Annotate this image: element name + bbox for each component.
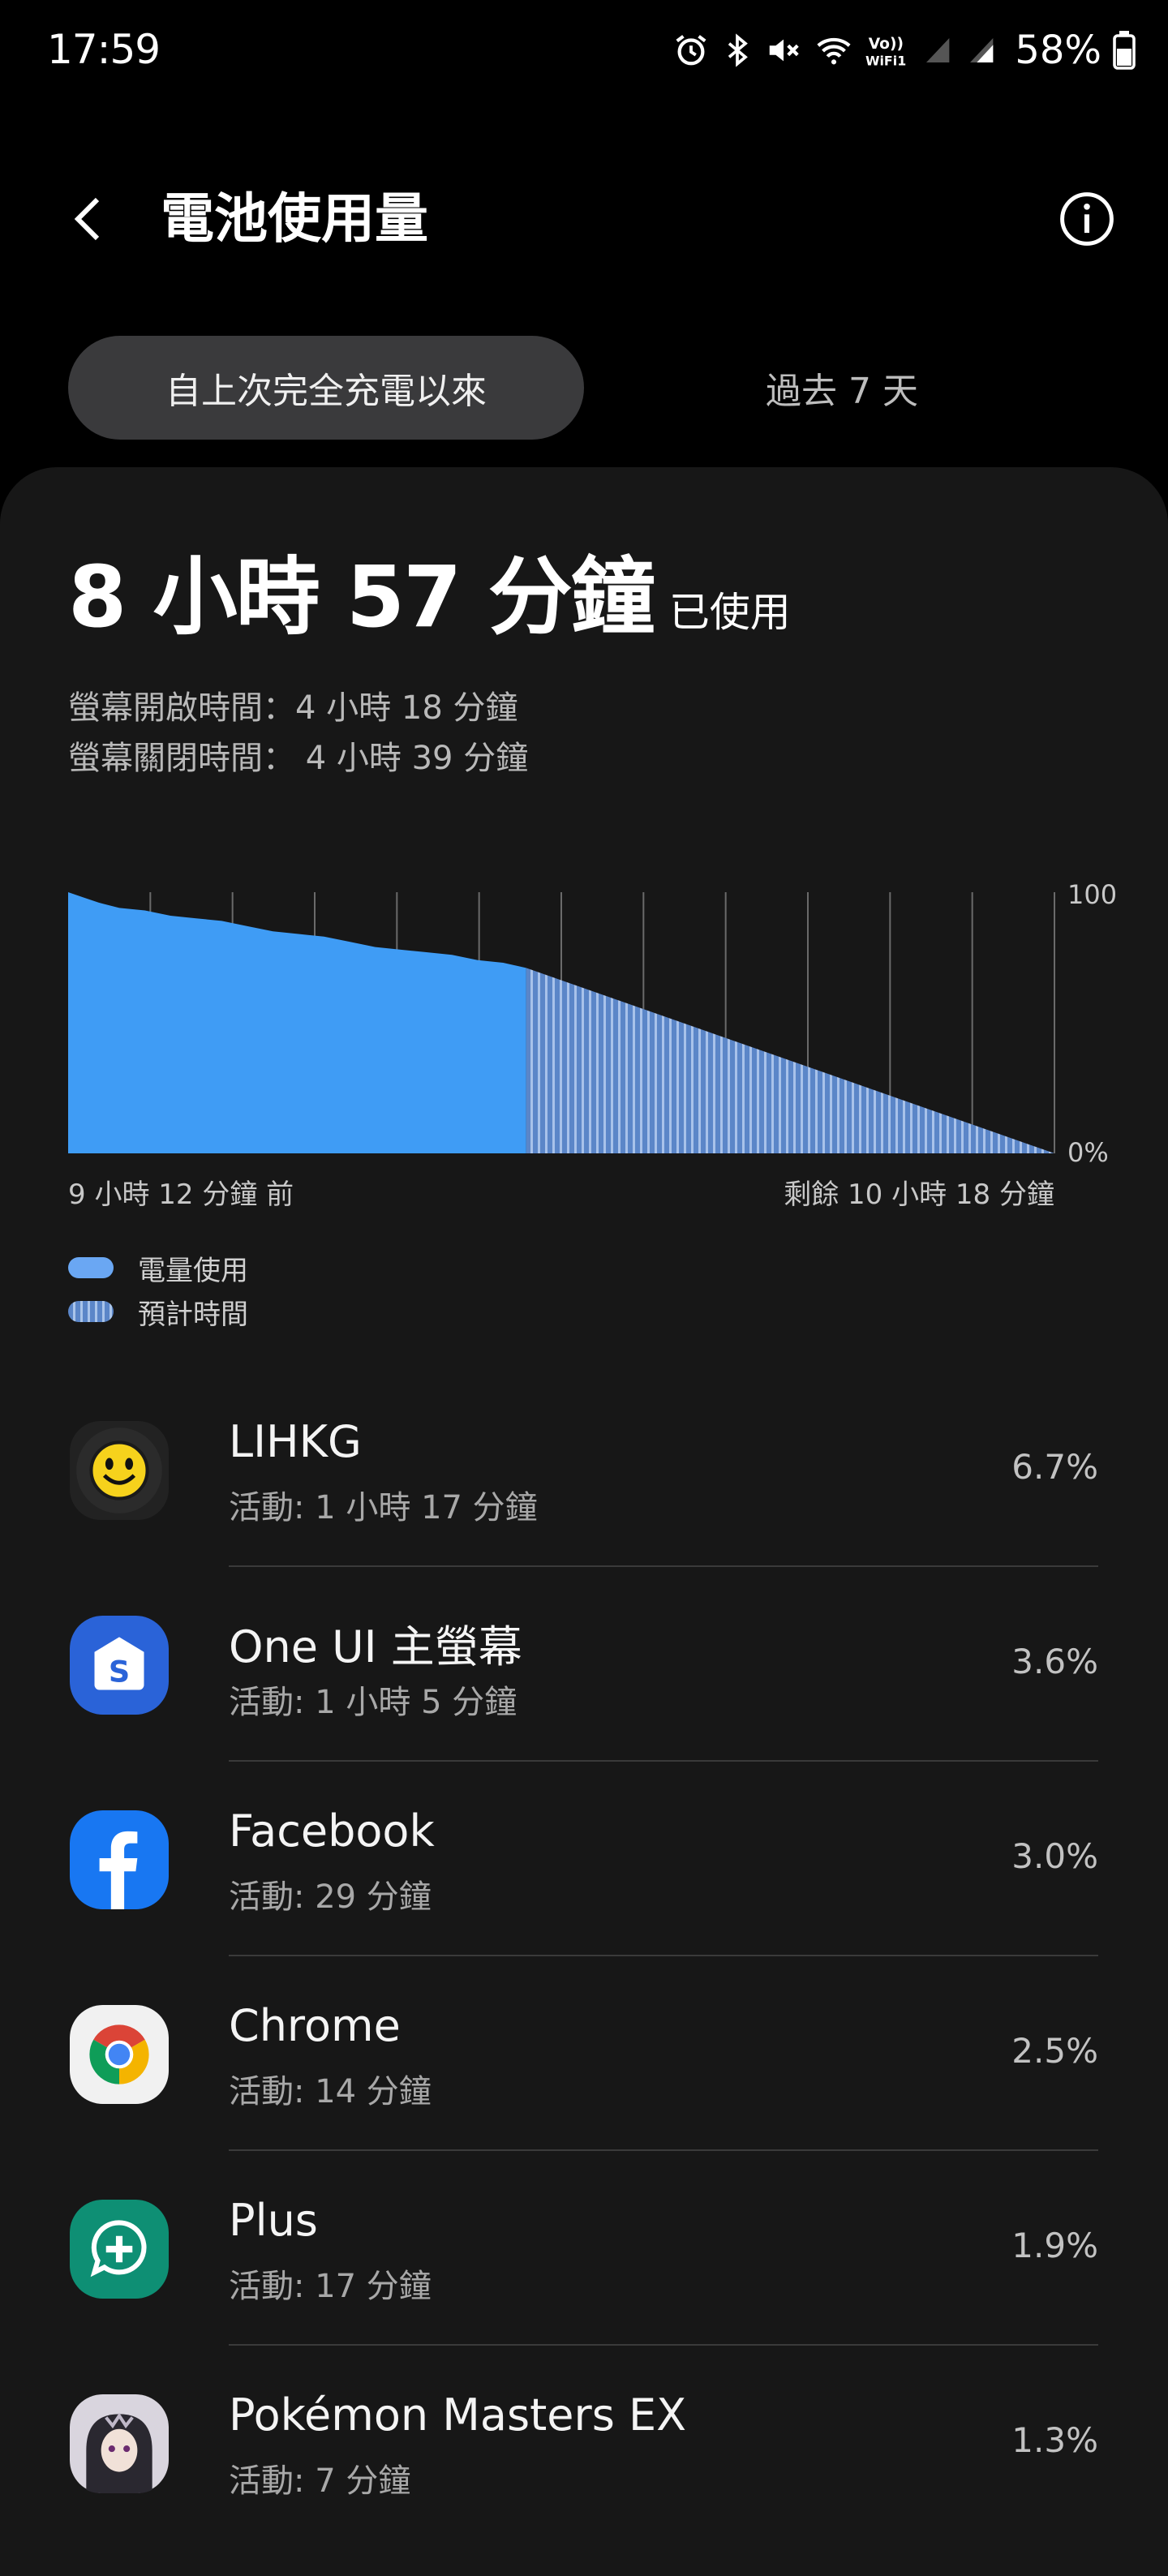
app-activity: 活動: 17 分鐘 xyxy=(229,2268,432,2305)
legend-usage-swatch xyxy=(68,1257,114,1278)
wifi-icon xyxy=(817,37,851,65)
mute-icon xyxy=(770,39,800,62)
app-activity: 活動: 14 分鐘 xyxy=(229,2073,432,2110)
alarm-icon xyxy=(676,35,706,66)
legend-usage: 電量使用 xyxy=(68,1246,248,1290)
lihkg-smiley-icon xyxy=(70,1421,169,1520)
app-percent: 3.6% xyxy=(1011,1642,1098,1681)
chrome-icon xyxy=(70,2005,169,2104)
back-arrow-icon xyxy=(74,197,100,241)
total-usage-duration: 8 小時 57 分鐘 xyxy=(68,547,655,646)
chart-y-tick-max: 100 xyxy=(1067,879,1117,910)
app-percent: 3.0% xyxy=(1011,1836,1098,1876)
legend-estimate-label: 預計時間 xyxy=(138,1298,248,1331)
plus-messenger-icon xyxy=(70,2200,169,2299)
app-row-pokemon-masters[interactable]: Pokémon Masters EX 活動: 7 分鐘 1.3% xyxy=(0,2346,1168,2540)
status-bar: 17:59 Vo)) WiFi1 58% xyxy=(0,0,1168,105)
svg-text:Vo)): Vo)) xyxy=(869,36,904,53)
back-button[interactable] xyxy=(58,187,123,251)
usage-summary: 8 小時 57 分鐘 已使用 xyxy=(68,548,791,646)
battery-chart: 100 0% 9 小時 12 分鐘 前 剩餘 10 小時 18 分鐘 xyxy=(0,860,1168,1217)
pokemon-masters-icon xyxy=(70,2394,169,2493)
screen-off-time: 螢幕關閉時間： 4 小時 39 分鐘 xyxy=(68,740,529,777)
screen-on-time: 螢幕開啟時間：4 小時 18 分鐘 xyxy=(68,689,518,727)
app-percent: 6.7% xyxy=(1011,1447,1098,1487)
app-activity: 活動: 1 小時 5 分鐘 xyxy=(229,1684,517,1721)
app-row-one-ui-home[interactable]: S One UI 主螢幕 活動: 1 小時 5 分鐘 3.6% xyxy=(0,1567,1168,1762)
legend-usage-label: 電量使用 xyxy=(138,1254,248,1287)
app-percent: 1.9% xyxy=(1011,2226,1098,2265)
app-row-facebook[interactable]: Facebook 活動: 29 分鐘 3.0% xyxy=(0,1762,1168,1956)
app-name: Pokémon Masters EX xyxy=(229,2389,687,2441)
chart-legend: 電量使用 預計時間 xyxy=(68,1246,248,1333)
app-row-chrome[interactable]: Chrome 活動: 14 分鐘 2.5% xyxy=(0,1956,1168,2151)
svg-text:S: S xyxy=(109,1654,130,1689)
app-name: Facebook xyxy=(229,1805,435,1857)
chart-x-label-end: 剩餘 10 小時 18 分鐘 xyxy=(784,1179,1054,1211)
app-name: Chrome xyxy=(229,2000,401,2051)
top-app-bar: 電池使用量 xyxy=(0,162,1168,276)
tab-last-7-days[interactable]: 過去 7 天 xyxy=(584,336,1100,440)
signal-2-icon xyxy=(970,38,994,62)
info-button[interactable] xyxy=(1056,188,1118,250)
battery-percent: 58% xyxy=(1015,28,1101,73)
app-row-lihkg[interactable]: LIHKG 活動: 1 小時 17 分鐘 6.7% xyxy=(0,1372,1168,1567)
app-activity: 活動: 1 小時 17 分鐘 xyxy=(229,1489,538,1526)
battery-chart-svg: 100 0% 9 小時 12 分鐘 前 剩餘 10 小時 18 分鐘 xyxy=(68,879,1117,1211)
used-suffix: 已使用 xyxy=(668,589,791,636)
app-name: One UI 主螢幕 xyxy=(229,1621,522,1672)
chart-estimate-area xyxy=(526,968,1054,1153)
battery-icon xyxy=(1113,31,1136,70)
app-name: LIHKG xyxy=(229,1416,362,1467)
one-ui-home-icon: S xyxy=(70,1616,169,1715)
app-row-plus[interactable]: Plus 活動: 17 分鐘 1.9% xyxy=(0,2151,1168,2346)
page-title: 電池使用量 xyxy=(161,187,428,250)
chart-y-tick-min: 0% xyxy=(1067,1137,1109,1168)
bluetooth-icon xyxy=(728,33,749,67)
signal-1-icon xyxy=(926,38,950,62)
status-time: 17:59 xyxy=(47,26,161,73)
app-percent: 1.3% xyxy=(1011,2420,1098,2460)
period-tabs: 自上次完全充電以來 過去 7 天 xyxy=(68,336,1100,440)
info-icon xyxy=(1060,192,1114,246)
app-usage-list: LIHKG 活動: 1 小時 17 分鐘 6.7% S One UI 主螢幕 活… xyxy=(0,1372,1168,2540)
app-activity: 活動: 7 分鐘 xyxy=(229,2462,411,2500)
volte-wifi-icon: Vo)) WiFi1 xyxy=(865,36,906,69)
status-icons: Vo)) WiFi1 58% xyxy=(672,28,1136,73)
chart-usage-area xyxy=(68,892,526,1153)
chart-x-label-start: 9 小時 12 分鐘 前 xyxy=(68,1179,294,1211)
svg-text:WiFi1: WiFi1 xyxy=(865,54,906,69)
app-percent: 2.5% xyxy=(1011,2031,1098,2071)
legend-estimate-swatch xyxy=(68,1301,114,1322)
app-activity: 活動: 29 分鐘 xyxy=(229,1878,432,1916)
app-name: Plus xyxy=(229,2195,318,2246)
legend-estimate: 預計時間 xyxy=(68,1290,248,1333)
tab-since-full-charge[interactable]: 自上次完全充電以來 xyxy=(68,336,584,440)
facebook-icon xyxy=(70,1810,169,1909)
